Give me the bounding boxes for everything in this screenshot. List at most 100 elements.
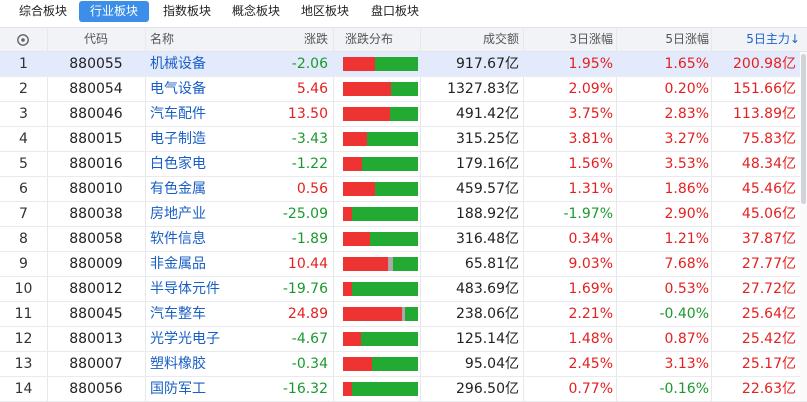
down-share-segment — [352, 282, 418, 296]
row-index: 10 — [14, 281, 33, 297]
tab-order-book[interactable]: 盘口板块 — [362, 1, 428, 22]
main-inflow-5day: 200.98亿 — [733, 56, 796, 72]
distribution-bar — [343, 332, 418, 346]
rise-3day: 1.48% — [568, 331, 613, 347]
table-row[interactable]: 9 880009 非金属品 10.44 65.81亿 9.03% 7.68% 27.77亿 — [0, 252, 807, 277]
row-index: 2 — [19, 81, 28, 97]
sector-code: 880054 — [69, 81, 123, 97]
down-share-segment — [390, 107, 418, 121]
row-index: 5 — [19, 156, 28, 172]
trade-amount: 125.14亿 — [456, 331, 519, 347]
trade-amount: 296.50亿 — [456, 381, 519, 397]
row-index: 6 — [19, 181, 28, 197]
up-share-segment — [343, 307, 402, 321]
main-inflow-5day: 48.34亿 — [741, 156, 796, 172]
trade-amount: 483.69亿 — [456, 281, 519, 297]
rise-5day: 1.21% — [664, 231, 709, 247]
tab-industry[interactable]: 行业板块 — [79, 1, 149, 22]
row-index: 1 — [19, 56, 28, 72]
scrollbar[interactable] — [800, 52, 807, 401]
rise-3day: 2.45% — [568, 356, 613, 372]
up-share-segment — [343, 332, 361, 346]
row-index: 9 — [19, 256, 28, 272]
row-index: 4 — [19, 131, 28, 147]
change-value: -1.22 — [291, 156, 328, 172]
tab-concept[interactable]: 概念板块 — [223, 1, 289, 22]
rise-3day: 3.81% — [568, 131, 613, 147]
down-share-segment — [391, 82, 418, 96]
sector-code: 880009 — [69, 256, 123, 272]
change-value: -4.67 — [291, 331, 328, 347]
change-value: 13.50 — [287, 106, 328, 122]
up-share-segment — [343, 182, 375, 196]
row-index: 11 — [14, 306, 33, 322]
rise-5day: -0.16% — [659, 381, 709, 397]
rise-5day: 1.86% — [664, 181, 709, 197]
tab-region[interactable]: 地区板块 — [293, 1, 357, 22]
up-share-segment — [343, 57, 375, 71]
distribution-bar — [343, 382, 418, 396]
table-row[interactable]: 2 880054 电气设备 5.46 1327.83亿 2.09% 0.20% 151.66亿 — [0, 77, 807, 102]
rise-3day: 2.09% — [568, 81, 613, 97]
col-distribution[interactable]: 涨跌分布 — [345, 28, 393, 51]
up-share-segment — [343, 82, 391, 96]
settings-icon[interactable] — [16, 28, 32, 51]
trade-amount: 65.81亿 — [464, 256, 519, 272]
table-row[interactable]: 6 880010 有色金属 0.56 459.57亿 1.31% 1.86% 45.46亿 — [0, 177, 807, 202]
rise-fall-distribution — [343, 252, 418, 276]
col-change[interactable]: 涨跌 — [260, 28, 328, 51]
trade-amount: 238.06亿 — [456, 306, 519, 322]
sector-code: 880010 — [69, 181, 123, 197]
trade-amount: 459.57亿 — [456, 181, 519, 197]
tab-composite[interactable]: 综合板块 — [10, 1, 76, 22]
col-name[interactable]: 名称 — [150, 28, 174, 51]
distribution-bar — [343, 257, 418, 271]
row-index: 13 — [14, 356, 33, 372]
change-value: -2.06 — [291, 56, 328, 72]
table-row[interactable]: 4 880015 电子制造 -3.43 315.25亿 3.81% 3.27% 75.83亿 — [0, 127, 807, 152]
tab-index[interactable]: 指数板块 — [153, 1, 221, 22]
col-code[interactable]: 代码 — [47, 28, 145, 51]
down-share-segment — [375, 182, 418, 196]
table-header: 代码 名称 涨跌 涨跌分布 成交额 3日涨幅 5日涨幅 5日主力↓ — [0, 27, 807, 52]
change-value: -1.89 — [291, 231, 328, 247]
distribution-bar — [343, 357, 418, 371]
table-row[interactable]: 3 880046 汽车配件 13.50 491.42亿 3.75% 2.83% 113.89亿 — [0, 102, 807, 127]
table-row[interactable]: 5 880016 白色家电 -1.22 179.16亿 1.56% 3.53% 48.34亿 — [0, 152, 807, 177]
up-share-segment — [343, 232, 370, 246]
rise-fall-distribution — [343, 277, 418, 301]
table-row[interactable]: 13 880007 塑料橡胶 -0.34 95.04亿 2.45% 3.13% 25.17亿 — [0, 352, 807, 377]
main-inflow-5day: 75.83亿 — [741, 131, 796, 147]
table-row[interactable]: 10 880012 半导体元件 -19.76 483.69亿 1.69% 0.53% 27.7… — [0, 277, 807, 302]
up-share-segment — [343, 132, 367, 146]
distribution-bar — [343, 232, 418, 246]
rise-5day: 7.68% — [664, 256, 709, 272]
rise-fall-distribution — [343, 202, 418, 226]
rise-fall-distribution — [343, 352, 418, 376]
rise-fall-distribution — [343, 227, 418, 251]
sector-code: 880038 — [69, 206, 123, 222]
main-inflow-5day: 25.17亿 — [741, 356, 796, 372]
rise-3day: 3.75% — [568, 106, 613, 122]
table-row[interactable]: 14 880056 国防军工 -16.32 296.50亿 0.77% -0.16% 22.6… — [0, 377, 807, 402]
table-row[interactable]: 8 880058 软件信息 -1.89 316.48亿 0.34% 1.21% 37.87亿 — [0, 227, 807, 252]
table-row[interactable]: 11 880045 汽车整车 24.89 238.06亿 2.21% -0.40% 25.64… — [0, 302, 807, 327]
change-value: 10.44 — [287, 256, 328, 272]
trade-amount: 188.92亿 — [456, 206, 519, 222]
col-rise5[interactable]: 5日涨幅 — [618, 28, 709, 51]
col-amount[interactable]: 成交额 — [420, 28, 519, 51]
rise-3day: 1.95% — [568, 56, 613, 72]
col-main5-sorted[interactable]: 5日主力↓ — [712, 28, 800, 51]
table-row[interactable]: 7 880038 房地产业 -25.09 188.92亿 -1.97% 2.90% 45.06… — [0, 202, 807, 227]
down-share-segment — [361, 332, 418, 346]
table-row[interactable]: 12 880013 光学光电子 -4.67 125.14亿 1.48% 0.87% 25.42… — [0, 327, 807, 352]
table-row[interactable]: 1 880055 机械设备 -2.06 917.67亿 1.95% 1.65% 200.98亿 — [0, 52, 807, 77]
scrollbar-thumb[interactable] — [801, 54, 806, 204]
rise-3day: 0.77% — [568, 381, 613, 397]
col-rise3[interactable]: 3日涨幅 — [525, 28, 613, 51]
rise-fall-distribution — [343, 52, 418, 76]
sector-code: 880016 — [69, 156, 123, 172]
main-inflow-5day: 22.63亿 — [741, 381, 796, 397]
change-value: 5.46 — [296, 81, 328, 97]
sector-code: 880012 — [69, 281, 123, 297]
